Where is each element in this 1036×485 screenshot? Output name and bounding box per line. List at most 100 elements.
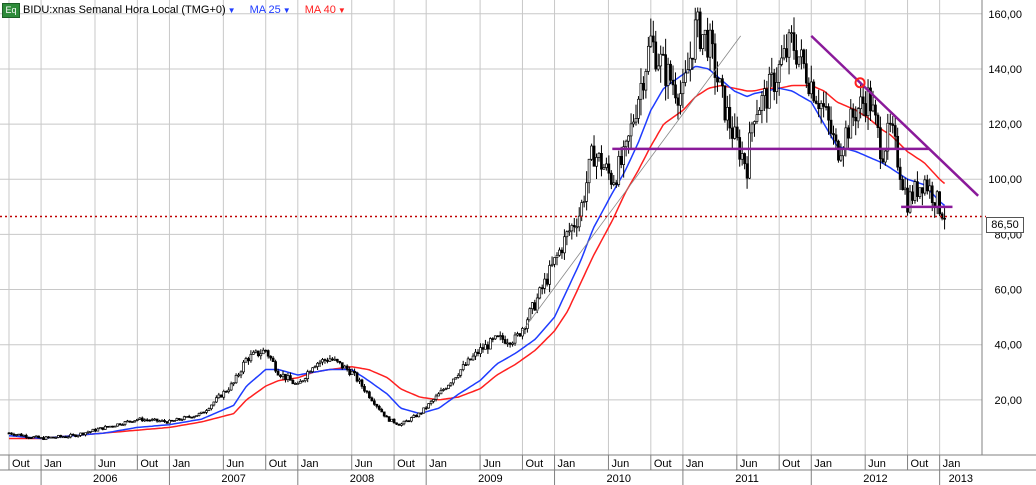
candle-body — [84, 432, 87, 436]
month-label: Jan — [44, 458, 62, 470]
candle-body — [711, 29, 714, 45]
candle-body — [802, 49, 806, 65]
candle-body — [763, 88, 766, 96]
candle-body — [24, 434, 28, 438]
year-label: 2007 — [221, 473, 245, 485]
candle-body — [911, 191, 914, 201]
ma40-dropdown-icon[interactable]: ▼ — [338, 6, 346, 15]
candle-body — [185, 415, 189, 418]
candle-body — [19, 433, 23, 437]
candle-body — [81, 432, 85, 436]
candle-body — [182, 416, 186, 420]
candle-body — [745, 163, 749, 179]
candle-body — [392, 418, 396, 424]
candle-body — [296, 382, 300, 385]
candle-body — [634, 118, 638, 123]
candle-body — [582, 201, 586, 203]
candle-body — [464, 364, 468, 366]
price-chart[interactable]: 20,0040,0060,0080,00100,00120,00140,0016… — [0, 0, 1036, 485]
candle-body — [812, 81, 816, 102]
candle-body — [908, 191, 912, 213]
symbol-dropdown-icon[interactable]: ▼ — [228, 6, 236, 15]
candle-body — [758, 110, 761, 115]
candle-body — [602, 167, 606, 170]
candle-body — [577, 215, 581, 228]
candle-body — [195, 415, 198, 417]
candle-body — [587, 158, 591, 184]
candle-body — [303, 378, 307, 382]
candle-body — [659, 53, 663, 67]
candle-body — [580, 202, 584, 217]
candle-body — [708, 29, 712, 58]
candle-body — [138, 417, 142, 420]
candle-body — [563, 236, 566, 254]
last-price-badge: 86,50 — [986, 217, 1024, 233]
candle-body — [540, 287, 544, 290]
candle-body — [639, 82, 643, 100]
candle-body — [414, 415, 418, 418]
candle-body — [558, 249, 561, 256]
candle-body — [817, 103, 821, 110]
month-label: Jan — [943, 458, 961, 470]
month-label: Jun — [483, 458, 501, 470]
candle-body — [175, 418, 179, 421]
year-label: 2009 — [478, 473, 502, 485]
candle-body — [365, 390, 369, 393]
candle-body — [385, 415, 389, 418]
candle-body — [377, 405, 381, 410]
year-label: 2008 — [350, 473, 374, 485]
candle-body — [237, 374, 240, 377]
candle-body — [543, 278, 547, 289]
candle-body — [427, 403, 430, 409]
candle-body — [506, 342, 509, 345]
candle-body — [227, 389, 231, 392]
candle-body — [200, 411, 203, 414]
candle-body — [328, 358, 332, 362]
candle-body — [807, 82, 811, 95]
candle-body — [91, 428, 95, 432]
candle-body — [69, 434, 73, 438]
candle-body — [772, 72, 776, 92]
candle-body — [410, 417, 413, 422]
candle-body — [607, 163, 611, 174]
candle-body — [247, 358, 250, 362]
candle-body — [412, 415, 416, 418]
y-tick-label: 20,00 — [994, 395, 1022, 407]
month-label: Jan — [172, 458, 190, 470]
ma40-legend: MA 40 — [304, 4, 336, 16]
candle-body — [550, 263, 554, 266]
candle-body — [491, 338, 495, 340]
candle-body — [800, 49, 803, 58]
candle-body — [111, 425, 115, 428]
candle-body — [293, 383, 297, 385]
candle-body — [859, 96, 862, 110]
candle-body — [256, 350, 260, 357]
candle-body — [698, 11, 702, 50]
candle-body — [592, 145, 596, 167]
candle-body — [417, 412, 421, 418]
candle-body — [153, 418, 156, 421]
candle-body — [94, 428, 97, 432]
candle-body — [728, 107, 732, 129]
equity-badge-icon: Eq — [2, 2, 20, 18]
symbol-title: BIDU:xnas Semanal Hora Local (TMG+0) — [23, 4, 226, 16]
candle-body — [289, 375, 292, 381]
candle-body — [444, 388, 448, 390]
y-tick-label: 100,00 — [988, 174, 1022, 186]
candle-body — [748, 132, 751, 179]
candle-body — [214, 397, 218, 403]
candle-body — [876, 114, 880, 129]
candle-body — [37, 435, 40, 439]
candle-body — [595, 157, 598, 167]
candle-body — [572, 225, 576, 228]
candle-body — [770, 72, 774, 75]
month-label: Jan — [429, 458, 447, 470]
candle-body — [217, 394, 221, 399]
candle-body — [501, 335, 505, 340]
candle-body — [222, 391, 226, 398]
candle-body — [481, 347, 485, 350]
ma25-dropdown-icon[interactable]: ▼ — [283, 6, 291, 15]
candle-body — [565, 231, 569, 238]
candle-body — [476, 351, 480, 355]
candle-body — [723, 85, 727, 121]
